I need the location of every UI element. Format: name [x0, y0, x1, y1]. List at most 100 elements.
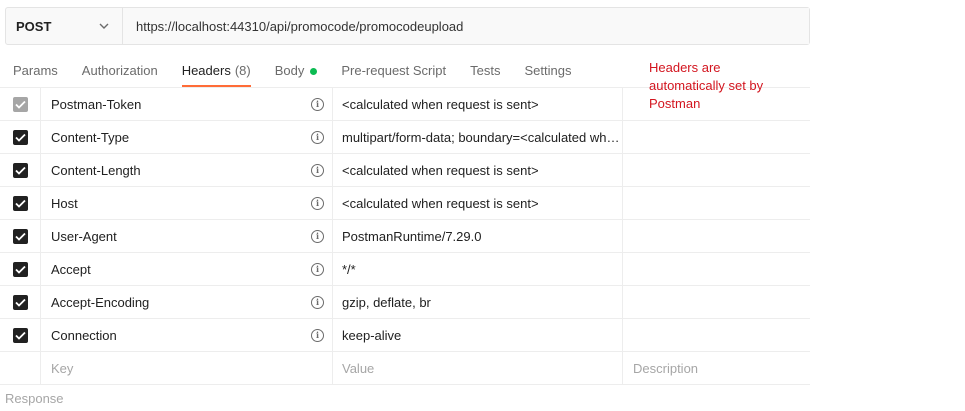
header-key-cell[interactable]: Host i — [41, 187, 333, 219]
header-key: Postman-Token — [51, 96, 142, 112]
header-value: keep-alive — [342, 327, 402, 343]
row-check-cell — [0, 121, 41, 153]
row-check-cell — [0, 253, 41, 285]
table-row: Connection i keep-alive — [0, 319, 810, 352]
row-check-cell — [0, 352, 41, 384]
checkbox-checked-icon[interactable] — [12, 261, 28, 277]
tab-label: Pre-request Script — [341, 63, 447, 78]
url-bar: POST https://localhost:44310/api/promoco… — [5, 7, 810, 45]
header-value: <calculated when request is sent> — [342, 195, 539, 211]
header-value: */* — [342, 261, 356, 277]
method-label: POST — [16, 18, 52, 34]
header-key: Accept-Encoding — [51, 294, 150, 310]
tab-label: Authorization — [81, 63, 158, 78]
header-value-cell[interactable]: multipart/form-data; boundary=<calculate… — [333, 121, 623, 153]
header-value-cell[interactable]: <calculated when request is sent> — [333, 88, 623, 120]
new-value-input[interactable]: Value — [333, 352, 623, 384]
tab-authorization[interactable]: Authorization — [70, 55, 170, 87]
header-description-cell[interactable] — [623, 121, 810, 153]
request-tabs: Params Authorization Headers (8) Body Pr… — [0, 55, 583, 87]
header-key-cell[interactable]: Accept-Encoding i — [41, 286, 333, 318]
annotation-note: Headers are automatically set by Postman — [649, 60, 764, 111]
tab-pre-request-script[interactable]: Pre-request Script — [329, 55, 458, 87]
table-row: Accept-Encoding i gzip, deflate, br — [0, 286, 810, 319]
tab-params[interactable]: Params — [0, 55, 70, 87]
header-key: Content-Type — [51, 129, 130, 145]
header-key-cell[interactable]: Postman-Token i — [41, 88, 333, 120]
url-input[interactable]: https://localhost:44310/api/promocode/pr… — [123, 8, 809, 44]
info-icon[interactable]: i — [311, 130, 324, 144]
info-icon[interactable]: i — [311, 262, 324, 276]
method-select[interactable]: POST — [6, 8, 123, 44]
header-description-cell[interactable] — [623, 253, 810, 285]
header-key: Content-Length — [51, 162, 141, 178]
table-row: Content-Type i multipart/form-data; boun… — [0, 121, 810, 154]
header-key: Accept — [51, 261, 91, 277]
info-icon[interactable]: i — [311, 229, 324, 243]
header-value: PostmanRuntime/7.29.0 — [342, 228, 482, 244]
header-value-cell[interactable]: PostmanRuntime/7.29.0 — [333, 220, 623, 252]
tab-headers[interactable]: Headers (8) — [170, 55, 263, 87]
checkbox-checked-icon[interactable] — [12, 129, 28, 145]
header-key-cell[interactable]: User-Agent i — [41, 220, 333, 252]
tab-label: Body — [274, 63, 305, 78]
tab-label: Settings — [524, 63, 572, 78]
header-key: User-Agent — [51, 228, 117, 244]
row-check-cell — [0, 154, 41, 186]
header-value: multipart/form-data; boundary=<calculate… — [342, 129, 620, 145]
checkbox-checked-icon[interactable] — [12, 327, 28, 343]
header-description-cell[interactable] — [623, 319, 810, 351]
header-value-cell[interactable]: gzip, deflate, br — [333, 286, 623, 318]
header-description-cell[interactable] — [623, 286, 810, 318]
tab-label: Params — [13, 63, 58, 78]
checkbox-checked-icon[interactable] — [12, 162, 28, 178]
header-description-cell[interactable] — [623, 220, 810, 252]
header-value: gzip, deflate, br — [342, 294, 431, 310]
header-key: Host — [51, 195, 78, 211]
checkbox-checked-icon[interactable] — [12, 228, 28, 244]
header-value: <calculated when request is sent> — [342, 96, 539, 112]
info-icon[interactable]: i — [311, 163, 324, 177]
chevron-down-icon — [98, 20, 110, 32]
checkbox-checked-icon[interactable] — [12, 294, 28, 310]
info-icon[interactable]: i — [311, 196, 324, 210]
headers-count-badge: (8) — [234, 63, 251, 78]
header-key-cell[interactable]: Content-Type i — [41, 121, 333, 153]
table-row: Host i <calculated when request is sent> — [0, 187, 810, 220]
row-check-cell — [0, 220, 41, 252]
tab-settings[interactable]: Settings — [512, 55, 583, 87]
body-status-dot-icon — [310, 67, 318, 75]
header-value-cell[interactable]: */* — [333, 253, 623, 285]
header-value: <calculated when request is sent> — [342, 162, 539, 178]
table-row: Accept i */* — [0, 253, 810, 286]
new-key-input[interactable]: Key — [41, 352, 333, 384]
header-key-cell[interactable]: Connection i — [41, 319, 333, 351]
tab-label: Tests — [470, 63, 501, 78]
checkbox-checked-icon[interactable] — [12, 195, 28, 211]
header-value-cell[interactable]: keep-alive — [333, 319, 623, 351]
header-key-cell[interactable]: Content-Length i — [41, 154, 333, 186]
info-icon[interactable]: i — [311, 295, 324, 309]
row-check-cell — [0, 286, 41, 318]
table-row: Content-Length i <calculated when reques… — [0, 154, 810, 187]
tab-tests[interactable]: Tests — [458, 55, 512, 87]
info-icon[interactable]: i — [311, 328, 324, 342]
checkbox-checked-icon — [12, 96, 28, 112]
header-key-cell[interactable]: Accept i — [41, 253, 333, 285]
header-description-cell[interactable] — [623, 187, 810, 219]
row-check-cell — [0, 187, 41, 219]
row-check-cell — [0, 319, 41, 351]
table-row: User-Agent i PostmanRuntime/7.29.0 — [0, 220, 810, 253]
header-description-cell[interactable] — [623, 154, 810, 186]
info-icon[interactable]: i — [311, 97, 324, 111]
header-key: Connection — [51, 327, 117, 343]
new-header-row: Key Value Description — [0, 352, 810, 385]
headers-table: Postman-Token i <calculated when request… — [0, 87, 810, 385]
row-check-cell — [0, 88, 41, 120]
new-description-input[interactable]: Description — [623, 352, 810, 384]
tab-label: Headers — [181, 63, 231, 78]
header-value-cell[interactable]: <calculated when request is sent> — [333, 154, 623, 186]
tab-body[interactable]: Body — [263, 55, 330, 87]
header-value-cell[interactable]: <calculated when request is sent> — [333, 187, 623, 219]
response-section-label: Response — [5, 391, 64, 406]
